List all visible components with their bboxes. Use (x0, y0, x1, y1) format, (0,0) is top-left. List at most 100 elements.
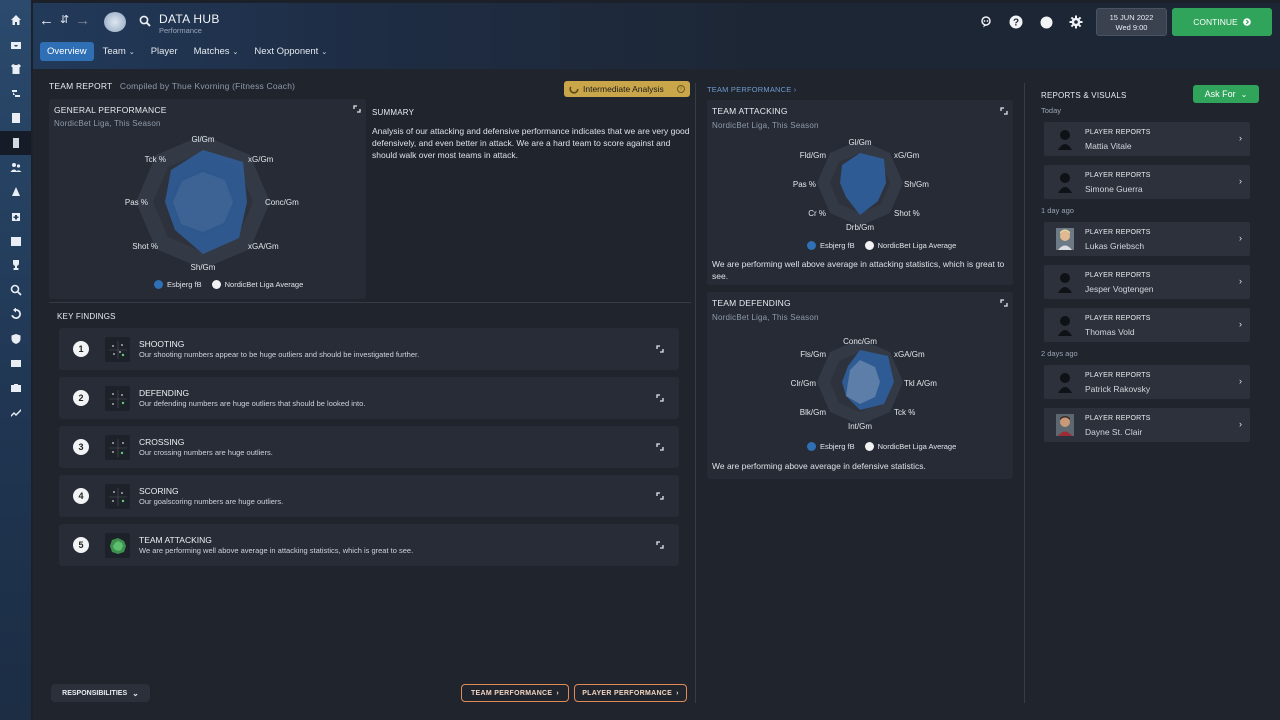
tab-team[interactable]: Team ⌄ (96, 42, 142, 61)
history-updown-icon[interactable]: ⇵ (60, 13, 69, 28)
chevron-right-icon: › (1239, 376, 1242, 386)
continue-button[interactable]: CONTINUE (1172, 8, 1272, 36)
staff-icon[interactable] (0, 155, 31, 180)
report-item[interactable]: PLAYER REPORTS Dayne St. Clair › (1044, 408, 1250, 442)
report-item[interactable]: PLAYER REPORTS Patrick Rakovsky › (1044, 365, 1250, 399)
forward-arrow-icon[interactable]: → (75, 13, 90, 28)
player-photo-avatar (1056, 228, 1074, 250)
main-frame: ← ⇵ → DATA HUB Performance Overview Team… (33, 3, 1280, 720)
tab-overview[interactable]: Overview (40, 42, 94, 61)
summary-text: Analysis of our attacking and defensive … (372, 126, 690, 160)
finding-desc: We are performing well above average in … (139, 546, 414, 555)
analytics-icon[interactable] (0, 400, 31, 425)
report-type: PLAYER REPORTS (1085, 315, 1151, 322)
axis-label: xG/Gm (248, 155, 274, 164)
chevron-right-icon: › (1239, 176, 1242, 186)
team-performance-button[interactable]: TEAM PERFORMANCE › (461, 684, 569, 702)
data-hub-icon[interactable] (0, 130, 31, 155)
help-icon[interactable]: ? (1009, 15, 1023, 29)
date-display[interactable]: 15 JUN 2022 Wed 9:00 (1096, 8, 1167, 36)
club-crest-icon[interactable] (104, 12, 126, 32)
report-item[interactable]: PLAYER REPORTS Mattia Vitale › (1044, 122, 1250, 156)
schedule-icon[interactable] (0, 229, 31, 254)
report-player-name: Jesper Vogtengen (1085, 284, 1154, 294)
team-report-title: TEAM REPORT (49, 81, 113, 91)
transfers-icon[interactable] (0, 302, 31, 327)
legend-team-label: Esbjerg fB (167, 280, 202, 289)
finding-number: 1 (73, 341, 89, 357)
attacking-note: We are performing well above average in … (712, 259, 1005, 281)
finding-item[interactable]: 4 SCORING Our goalscoring numbers are hu… (59, 475, 679, 517)
column-divider (1024, 83, 1025, 703)
analysis-label: Intermediate Analysis (583, 84, 664, 94)
inbox-icon[interactable] (0, 33, 31, 58)
feedback-icon[interactable] (979, 15, 993, 29)
axis-label: Int/Gm (848, 422, 872, 431)
finding-item[interactable]: 1 SHOOTING Our shooting numbers appear t… (59, 328, 679, 370)
axis-label: Tck % (894, 408, 915, 417)
chevron-right-icon: › (1239, 319, 1242, 329)
report-icon[interactable] (0, 106, 31, 131)
competitions-icon[interactable] (0, 253, 31, 278)
club-vision-icon[interactable] (0, 327, 31, 352)
expand-icon[interactable] (656, 345, 664, 353)
defending-radar-chart: Conc/Gm xGA/Gm Tkl A/Gm Tck % Int/Gm Blk… (791, 337, 938, 431)
finding-item[interactable]: 5 TEAM ATTACKING We are performing well … (59, 524, 679, 566)
section-divider (49, 302, 691, 303)
ask-for-button[interactable]: Ask For ⌄ (1193, 85, 1259, 103)
chevron-right-icon: › (1239, 419, 1242, 429)
finding-item[interactable]: 2 DEFENDING Our defending numbers are hu… (59, 377, 679, 419)
expand-icon[interactable] (656, 394, 664, 402)
scouting-icon[interactable] (0, 278, 31, 303)
axis-label: xGA/Gm (248, 242, 279, 251)
attacking-radar-chart: Gl/Gm xG/Gm Sh/Gm Shot % Drb/Gm Cr % Pas… (793, 138, 929, 232)
continue-label: CONTINUE (1193, 17, 1238, 27)
search-icon[interactable] (139, 15, 151, 27)
report-item[interactable]: PLAYER REPORTS Jesper Vogtengen › (1044, 265, 1250, 299)
player-performance-button[interactable]: PLAYER PERFORMANCE › (574, 684, 687, 702)
tab-label: Overview (47, 46, 87, 57)
home-icon[interactable] (0, 8, 31, 33)
analysis-level-badge[interactable]: Intermediate Analysis i (564, 81, 690, 97)
chevron-right-icon: › (1239, 133, 1242, 143)
scatter-thumbnail-icon (105, 337, 130, 362)
ball-icon[interactable] (1039, 15, 1053, 29)
finding-item[interactable]: 3 CROSSING Our crossing numbers are huge… (59, 426, 679, 468)
dev-centre-icon[interactable] (0, 376, 31, 401)
legend-team-dot (154, 280, 163, 289)
report-player-name: Patrick Rakovsky (1085, 384, 1151, 394)
page-subtitle: Performance (159, 26, 202, 35)
team-performance-link[interactable]: TEAM PERFORMANCE › (707, 85, 796, 94)
tab-next-opponent[interactable]: Next Opponent ⌄ (247, 42, 334, 61)
finding-number: 3 (73, 439, 89, 455)
group-label: 1 day ago (1041, 206, 1074, 215)
legend-avg-label: NordicBet Liga Average (224, 280, 304, 289)
expand-icon[interactable] (656, 541, 664, 549)
report-type: PLAYER REPORTS (1085, 372, 1151, 379)
gear-icon[interactable] (1069, 15, 1083, 29)
finding-title: SCORING (139, 486, 179, 496)
finances-icon[interactable] (0, 351, 31, 376)
squad-icon[interactable] (0, 57, 31, 82)
report-item[interactable]: PLAYER REPORTS Simone Guerra › (1044, 165, 1250, 199)
report-type: PLAYER REPORTS (1085, 272, 1151, 279)
report-player-name: Dayne St. Clair (1085, 427, 1143, 437)
report-item[interactable]: PLAYER REPORTS Lukas Griebsch › (1044, 222, 1250, 256)
info-icon[interactable]: i (677, 85, 685, 93)
scatter-thumbnail-icon (105, 386, 130, 411)
silhouette-avatar-icon (1058, 373, 1072, 393)
axis-label: Shot % (132, 242, 158, 251)
training-icon[interactable] (0, 180, 31, 205)
finding-desc: Our goalscoring numbers are huge outlier… (139, 497, 284, 506)
tab-matches[interactable]: Matches ⌄ (187, 42, 246, 61)
dynamics-icon[interactable] (0, 82, 31, 107)
responsibilities-button[interactable]: RESPONSIBILITIES ⌄ (51, 684, 150, 702)
axis-label: Pas % (125, 198, 148, 207)
tab-label: Next Opponent (254, 46, 319, 57)
expand-icon[interactable] (656, 443, 664, 451)
report-item[interactable]: PLAYER REPORTS Thomas Vold › (1044, 308, 1250, 342)
back-arrow-icon[interactable]: ← (39, 13, 54, 28)
tab-player[interactable]: Player (144, 42, 185, 61)
expand-icon[interactable] (656, 492, 664, 500)
medical-icon[interactable] (0, 204, 31, 229)
